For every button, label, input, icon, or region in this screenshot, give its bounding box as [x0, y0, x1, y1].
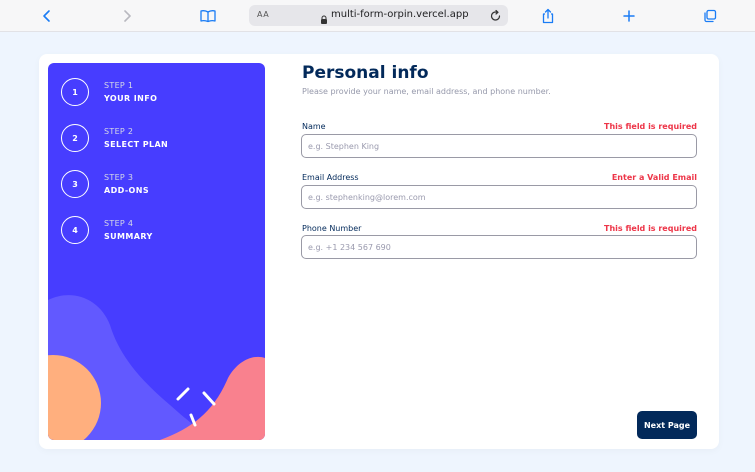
chevron-right-icon[interactable]	[116, 5, 138, 27]
phone-label: Phone Number	[302, 224, 362, 233]
step-sidebar: 1 STEP 1 YOUR INFO 2 STEP 2 SELECT PLAN …	[48, 63, 265, 440]
form-card: 1 STEP 1 YOUR INFO 2 STEP 2 SELECT PLAN …	[39, 54, 719, 449]
name-error: This field is required	[604, 122, 697, 131]
step-name: ADD-ONS	[104, 186, 149, 195]
email-input[interactable]	[301, 185, 697, 209]
phone-input[interactable]	[301, 235, 697, 259]
chevron-left-icon[interactable]	[36, 5, 58, 27]
step-number: 2	[61, 124, 89, 152]
book-icon[interactable]	[197, 5, 219, 27]
step-name: YOUR INFO	[104, 94, 158, 103]
step-item-2[interactable]: 2 STEP 2 SELECT PLAN	[61, 124, 261, 154]
email-error: Enter a Valid Email	[611, 173, 697, 182]
page-title: Personal info	[302, 63, 429, 83]
step-name: SUMMARY	[104, 232, 153, 241]
share-icon[interactable]	[537, 5, 559, 27]
sidebar-background-art	[48, 295, 265, 440]
reader-mode-button[interactable]: AA	[257, 10, 269, 19]
step-number: 4	[61, 216, 89, 244]
lock-icon	[320, 10, 328, 29]
step-label: STEP 1	[104, 81, 134, 90]
next-page-button[interactable]: Next Page	[637, 411, 697, 439]
name-label: Name	[302, 122, 326, 131]
address-bar[interactable]: AA multi-form-orpin.vercel.app	[249, 5, 508, 26]
reload-icon[interactable]	[489, 8, 502, 27]
step-label: STEP 2	[104, 127, 134, 136]
tabs-icon[interactable]	[699, 5, 721, 27]
step-name: SELECT PLAN	[104, 140, 169, 149]
step-label: STEP 4	[104, 219, 134, 228]
name-input[interactable]	[301, 134, 697, 158]
step-number: 1	[61, 78, 89, 106]
step-item-1[interactable]: 1 STEP 1 YOUR INFO	[61, 78, 261, 108]
step-item-3[interactable]: 3 STEP 3 ADD-ONS	[61, 170, 261, 200]
plus-icon[interactable]	[618, 5, 640, 27]
step-label: STEP 3	[104, 173, 134, 182]
page-subtitle: Please provide your name, email address,…	[302, 87, 551, 96]
phone-error: This field is required	[604, 224, 697, 233]
browser-toolbar: AA multi-form-orpin.vercel.app	[0, 0, 755, 32]
step-item-4[interactable]: 4 STEP 4 SUMMARY	[61, 216, 261, 246]
step-number: 3	[61, 170, 89, 198]
url-text: multi-form-orpin.vercel.app	[331, 9, 469, 20]
email-label: Email Address	[302, 173, 359, 182]
